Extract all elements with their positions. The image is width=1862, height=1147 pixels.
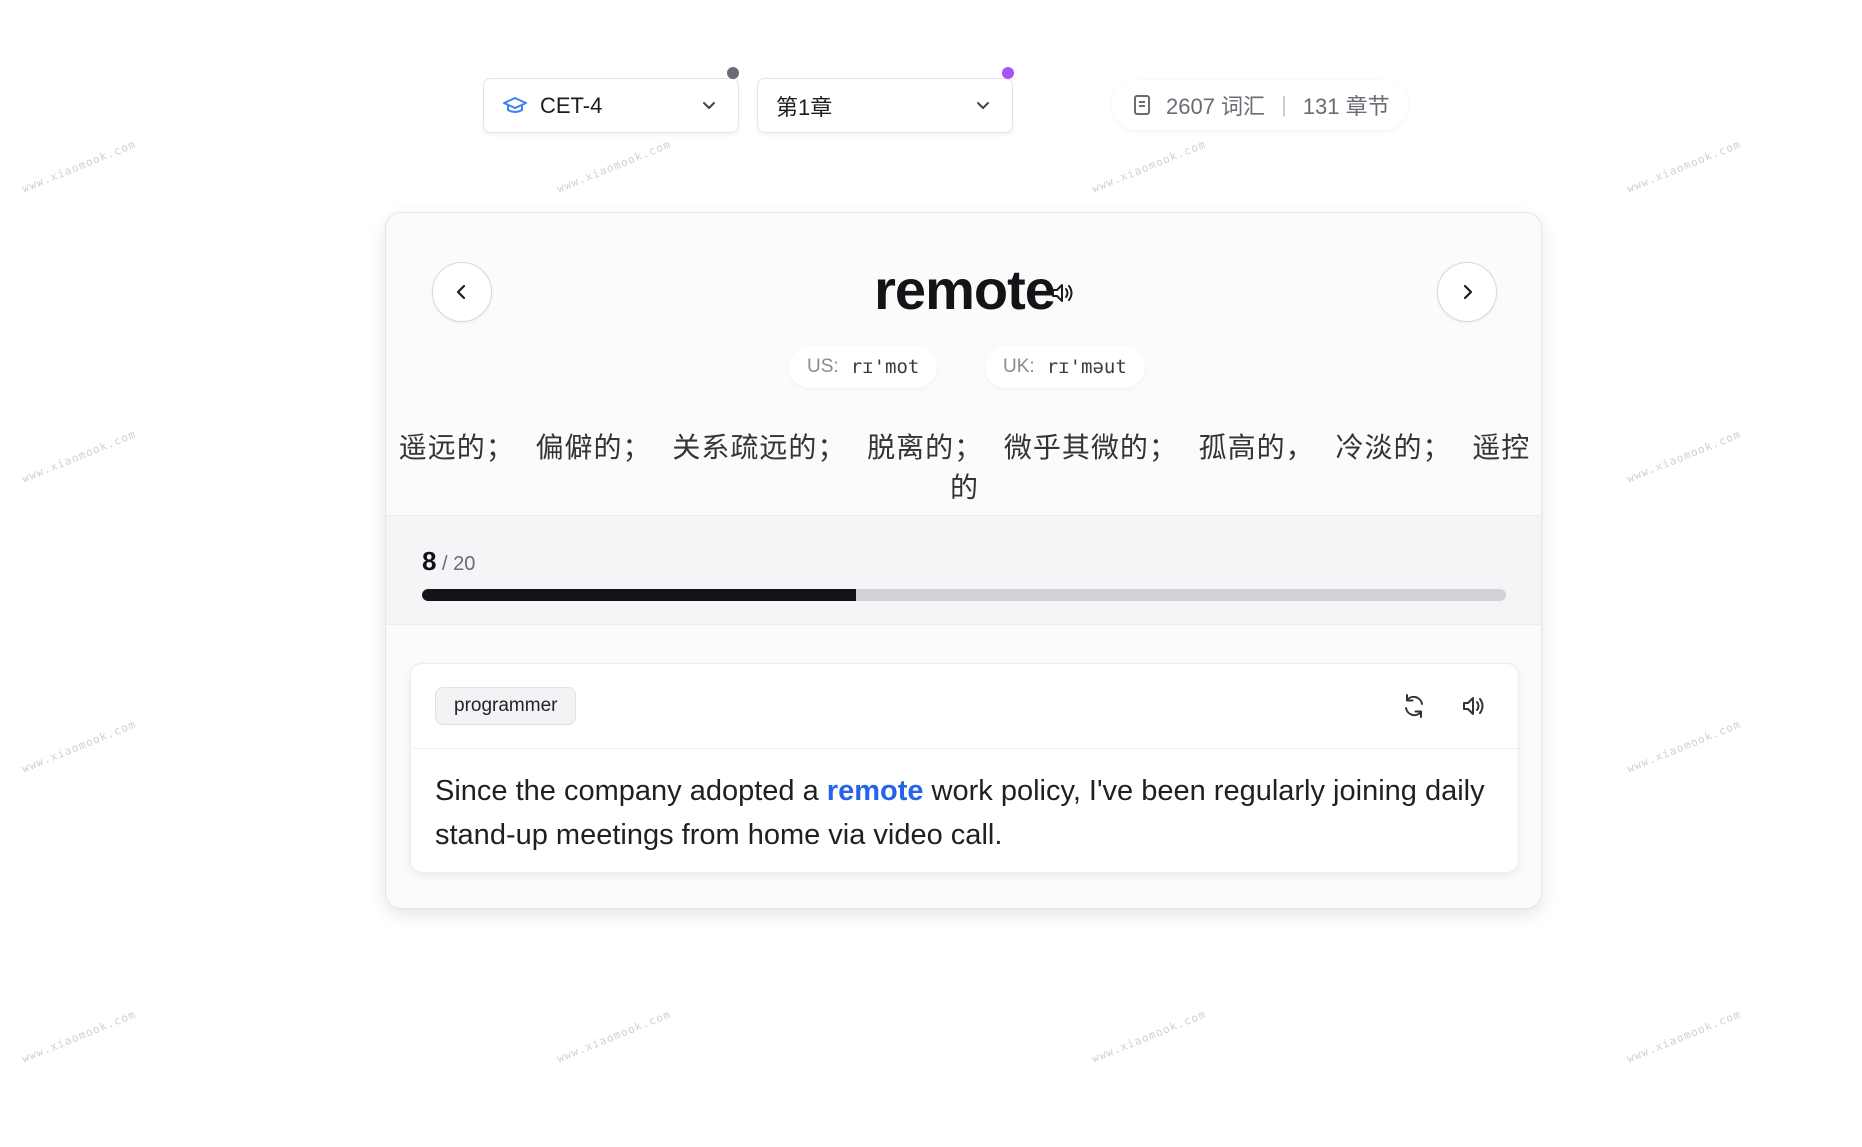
level-select-value: CET-4 xyxy=(540,92,603,118)
progress-current: 8 xyxy=(422,546,437,576)
chevron-down-icon xyxy=(977,102,989,109)
speaker-icon[interactable] xyxy=(1049,279,1077,307)
word-title: remote xyxy=(874,258,1056,321)
speaker-icon[interactable] xyxy=(1460,692,1488,720)
chapter-status-dot xyxy=(1002,67,1014,79)
top-toolbar: CET-4 第1章 2607 词汇 | 131 章节 xyxy=(0,0,1862,140)
word-count: 2607 词汇 xyxy=(1166,94,1266,119)
progress-total: / 20 xyxy=(442,553,476,575)
watermark-text: www.xiaomook.com xyxy=(20,137,138,196)
example-sentence: Since the company adopted a remote work … xyxy=(435,769,1495,857)
progress-counter: 8 / 20 xyxy=(422,546,475,577)
phonetic-text: rɪ'məut xyxy=(1046,356,1127,378)
phonetic-text: rɪ'mot xyxy=(850,356,920,378)
uk-pronunciation[interactable]: UK: rɪ'məut xyxy=(985,346,1145,388)
chapter-select-value: 第1章 xyxy=(776,94,833,120)
graduation-cap-icon xyxy=(502,95,528,117)
highlighted-word: remote xyxy=(826,775,924,807)
refresh-icon[interactable] xyxy=(1400,692,1428,720)
book-icon xyxy=(1132,94,1152,116)
progress-section: 8 / 20 xyxy=(386,515,1541,625)
progress-bar-fill xyxy=(422,589,856,601)
word-meaning: 遥远的； 偏僻的； 关系疏远的； 脱离的； 微乎其微的； 孤高的， 冷淡的； 遥… xyxy=(398,432,1531,503)
context-tag[interactable]: programmer xyxy=(435,687,577,725)
watermark-text: www.xiaomook.com xyxy=(555,1007,673,1066)
watermark-text: www.xiaomook.com xyxy=(20,1007,138,1066)
chapter-select[interactable]: 第1章 xyxy=(757,78,1013,133)
level-status-dot xyxy=(727,67,739,79)
dictionary-stats: 2607 词汇 | 131 章节 xyxy=(1112,80,1408,130)
word-card: remote US: rɪ'mot UK: rɪ'məut 遥远的； 偏僻的； … xyxy=(385,212,1542,909)
watermark-text: www.xiaomook.com xyxy=(20,717,138,776)
us-pronunciation[interactable]: US: rɪ'mot xyxy=(789,346,938,388)
pronunciation-label: UK: xyxy=(1003,356,1035,377)
level-select[interactable]: CET-4 xyxy=(483,78,739,133)
watermark-text: www.xiaomook.com xyxy=(1625,717,1743,776)
watermark-text: www.xiaomook.com xyxy=(555,137,673,196)
pronunciation-label: US: xyxy=(807,356,839,377)
watermark-text: www.xiaomook.com xyxy=(1625,137,1743,196)
watermark-text: www.xiaomook.com xyxy=(1625,1007,1743,1066)
sentence-prefix: Since the company adopted a xyxy=(435,775,827,807)
example-sentence-card: programmer Since the company adopted a r… xyxy=(410,663,1519,873)
progress-bar xyxy=(422,589,1506,601)
watermark-text: www.xiaomook.com xyxy=(1625,427,1743,486)
stats-separator: | xyxy=(1281,92,1287,117)
watermark-text: www.xiaomook.com xyxy=(1090,1007,1208,1066)
chevron-down-icon xyxy=(703,102,715,109)
watermark-text: www.xiaomook.com xyxy=(20,427,138,486)
example-header: programmer xyxy=(411,664,1518,749)
watermark-text: www.xiaomook.com xyxy=(1090,137,1208,196)
chapter-count: 131 章节 xyxy=(1302,94,1390,119)
